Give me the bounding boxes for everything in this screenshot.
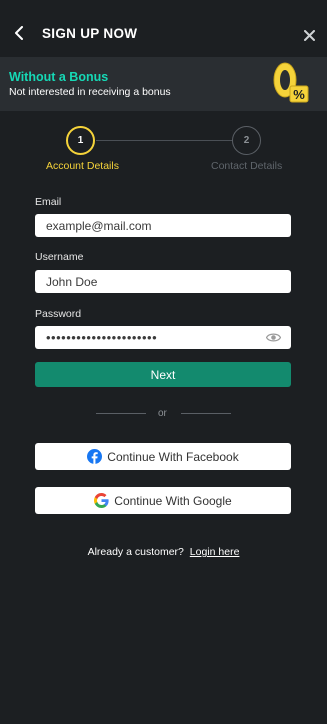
password-label: Password (35, 308, 82, 320)
close-icon (303, 29, 315, 41)
username-placeholder: John Doe (46, 274, 98, 289)
email-placeholder: example@mail.com (46, 218, 152, 233)
signup-stepper: 1 2 Account Details Contact Details (0, 124, 327, 176)
chevron-left-icon (15, 26, 23, 40)
email-field[interactable]: example@mail.com (35, 214, 291, 237)
google-button-label: Continue With Google (114, 493, 232, 508)
back-button[interactable] (10, 22, 28, 44)
divider-or: or (158, 408, 167, 419)
svg-text:%: % (293, 87, 305, 102)
username-label: Username (35, 251, 84, 263)
facebook-icon (87, 449, 103, 464)
close-button[interactable] (299, 25, 319, 45)
login-link[interactable]: Login here (190, 546, 240, 558)
facebook-button-label: Continue With Facebook (107, 449, 239, 464)
step-1-indicator: 1 (66, 126, 95, 155)
google-login-button[interactable]: Continue With Google (35, 487, 291, 514)
google-icon (94, 493, 109, 508)
step-1-label: Account Details (46, 160, 119, 172)
email-label: Email (35, 196, 62, 208)
banner-subtitle: Not interested in receiving a bonus (9, 86, 171, 98)
step-2-indicator: 2 (232, 126, 261, 155)
stepper-line (96, 140, 234, 141)
password-field[interactable]: •••••••••••••••••••••• (35, 326, 291, 349)
divider-right (181, 413, 231, 414)
login-prompt: Already a customer? Login here (0, 546, 327, 558)
password-value: •••••••••••••••••••••• (46, 330, 158, 345)
eye-icon[interactable] (266, 332, 281, 343)
username-field[interactable]: John Doe (35, 270, 291, 293)
zero-percent-badge-icon: % (273, 62, 309, 103)
page-title: SIGN UP NOW (42, 26, 138, 41)
banner-title: Without a Bonus (9, 70, 109, 84)
divider-left (96, 413, 146, 414)
step-2-label: Contact Details (211, 160, 283, 172)
facebook-login-button[interactable]: Continue With Facebook (35, 443, 291, 470)
header: SIGN UP NOW (0, 0, 327, 57)
next-button[interactable]: Next (35, 362, 291, 387)
login-prompt-text: Already a customer? (87, 546, 184, 558)
